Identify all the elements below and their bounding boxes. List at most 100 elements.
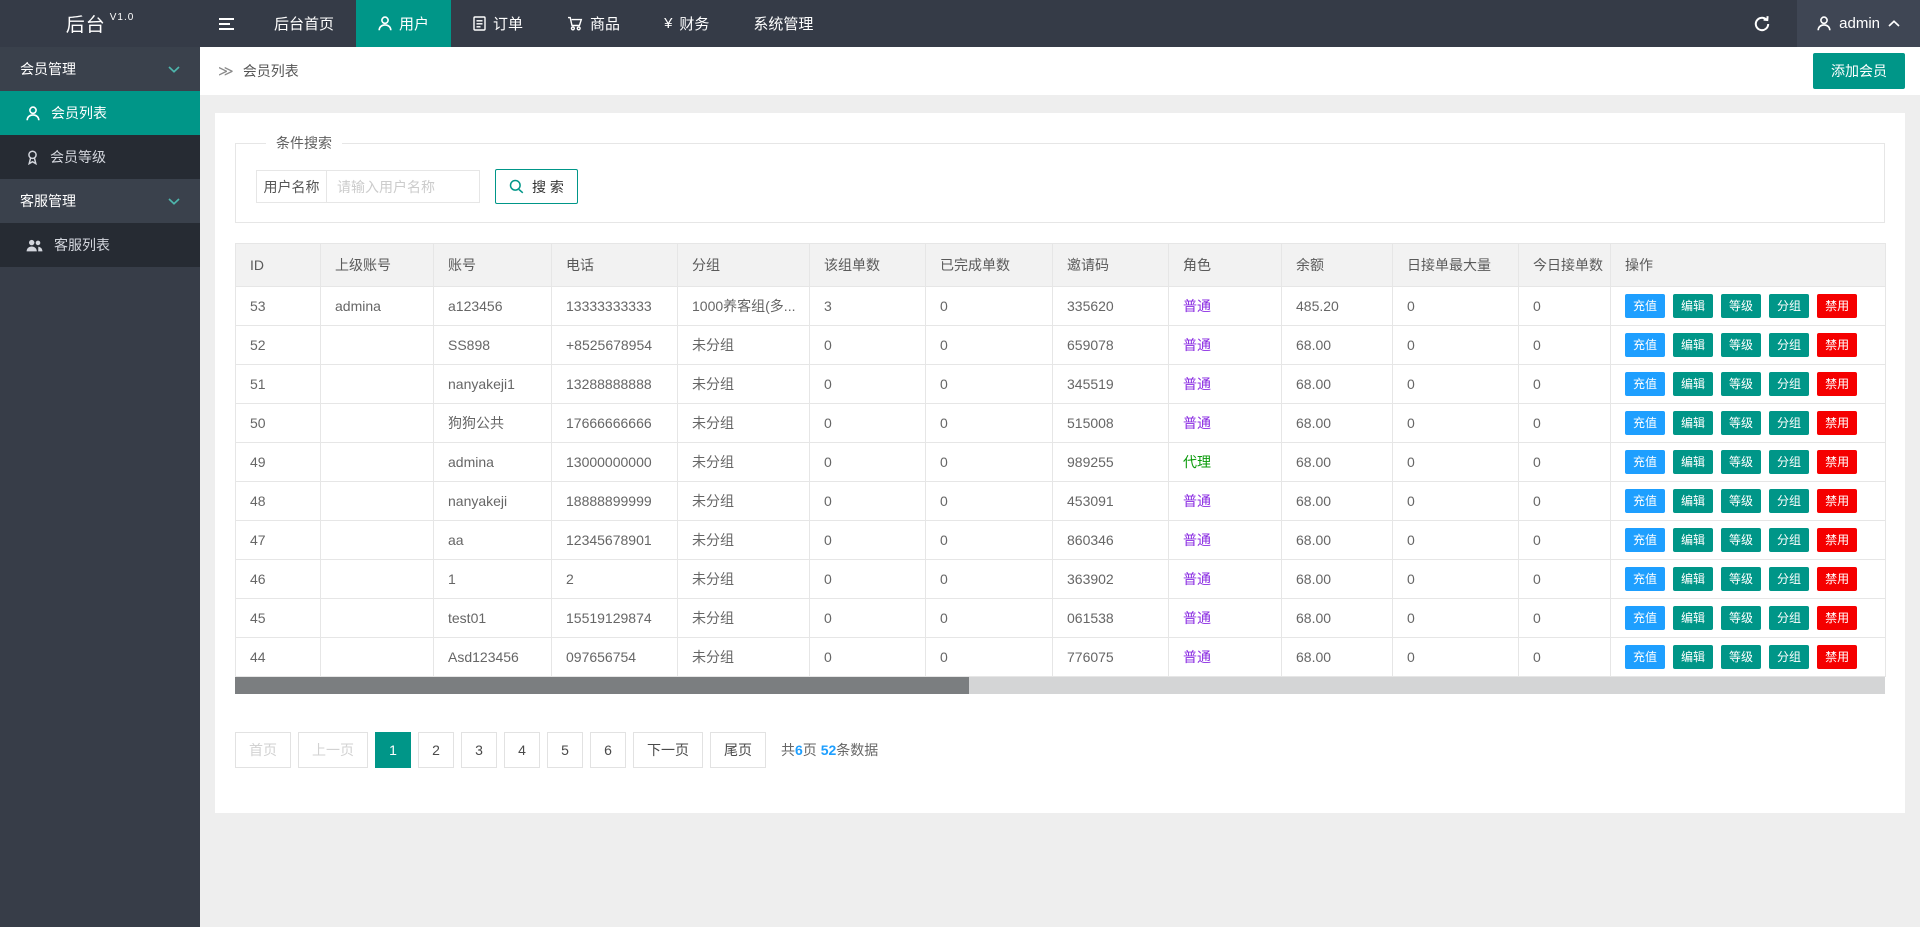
disable-button[interactable]: 禁用	[1817, 450, 1857, 474]
cell-role: 普通	[1169, 560, 1282, 599]
group-button[interactable]: 分组	[1769, 528, 1809, 552]
disable-button[interactable]: 禁用	[1817, 606, 1857, 630]
pagination-buttons: 首页上一页123456下一页尾页	[235, 732, 773, 768]
page-4[interactable]: 4	[504, 732, 540, 768]
cell-actions: 充值编辑等级分组禁用	[1611, 443, 1886, 482]
edit-button[interactable]: 编辑	[1673, 294, 1713, 318]
horizontal-scrollbar[interactable]	[235, 677, 1885, 694]
sidebar-item-1-1[interactable]: 会员列表	[0, 91, 200, 135]
disable-button[interactable]: 禁用	[1817, 411, 1857, 435]
recharge-button[interactable]: 充值	[1625, 489, 1665, 513]
disable-button[interactable]: 禁用	[1817, 567, 1857, 591]
menu-toggle-icon[interactable]	[200, 0, 252, 47]
cart-icon	[567, 16, 583, 31]
column-header-group: 分组	[678, 244, 810, 287]
group-button[interactable]: 分组	[1769, 489, 1809, 513]
recharge-button[interactable]: 充值	[1625, 645, 1665, 669]
level-button[interactable]: 等级	[1721, 489, 1761, 513]
disable-button[interactable]: 禁用	[1817, 333, 1857, 357]
navbar-item-1[interactable]: 后台首页	[252, 0, 356, 47]
recharge-button[interactable]: 充值	[1625, 294, 1665, 318]
sidebar-item-1-2[interactable]: 会员等级	[0, 135, 200, 179]
cell-id: 48	[236, 482, 321, 521]
level-button[interactable]: 等级	[1721, 333, 1761, 357]
disable-button[interactable]: 禁用	[1817, 294, 1857, 318]
content-card: 条件搜索 用户名称 搜 索 ID上级账号账号电话分组该组单数已完成单数邀请码角色…	[215, 113, 1905, 813]
recharge-button[interactable]: 充值	[1625, 528, 1665, 552]
horizontal-scrollbar-thumb[interactable]	[235, 677, 969, 694]
cell-actions: 充值编辑等级分组禁用	[1611, 365, 1886, 404]
page-6[interactable]: 6	[590, 732, 626, 768]
refresh-icon[interactable]	[1727, 0, 1797, 47]
page-5[interactable]: 5	[547, 732, 583, 768]
edit-button[interactable]: 编辑	[1673, 489, 1713, 513]
sidebar-group-1[interactable]: 会员管理	[0, 47, 200, 91]
cell-completed: 0	[926, 326, 1053, 365]
group-button[interactable]: 分组	[1769, 372, 1809, 396]
recharge-button[interactable]: 充值	[1625, 567, 1665, 591]
sidebar-item-2-1[interactable]: 客服列表	[0, 223, 200, 267]
level-button[interactable]: 等级	[1721, 294, 1761, 318]
group-button[interactable]: 分组	[1769, 333, 1809, 357]
level-button[interactable]: 等级	[1721, 450, 1761, 474]
edit-button[interactable]: 编辑	[1673, 567, 1713, 591]
cell-invite: 776075	[1053, 638, 1169, 677]
edit-button[interactable]: 编辑	[1673, 411, 1713, 435]
level-button[interactable]: 等级	[1721, 567, 1761, 591]
navbar-item-3[interactable]: 订单	[451, 0, 545, 47]
group-button[interactable]: 分组	[1769, 567, 1809, 591]
group-button[interactable]: 分组	[1769, 645, 1809, 669]
cell-completed: 0	[926, 404, 1053, 443]
navbar-menu: 后台首页 用户订单商品¥财务系统管理	[252, 0, 835, 47]
users-icon	[26, 239, 43, 252]
add-member-button[interactable]: 添加会员	[1813, 53, 1905, 89]
navbar-item-5[interactable]: ¥财务	[642, 0, 731, 47]
group-button[interactable]: 分组	[1769, 450, 1809, 474]
edit-button[interactable]: 编辑	[1673, 528, 1713, 552]
disable-button[interactable]: 禁用	[1817, 489, 1857, 513]
edit-button[interactable]: 编辑	[1673, 645, 1713, 669]
edit-button[interactable]: 编辑	[1673, 372, 1713, 396]
page-3[interactable]: 3	[461, 732, 497, 768]
group-button[interactable]: 分组	[1769, 294, 1809, 318]
page-last[interactable]: 尾页	[710, 732, 766, 768]
cell-completed: 0	[926, 443, 1053, 482]
user-menu[interactable]: admin	[1797, 0, 1920, 47]
search-row: 用户名称 搜 索	[256, 169, 1864, 204]
level-button[interactable]: 等级	[1721, 372, 1761, 396]
disable-button[interactable]: 禁用	[1817, 372, 1857, 396]
cell-account: test01	[434, 599, 552, 638]
recharge-button[interactable]: 充值	[1625, 333, 1665, 357]
edit-button[interactable]: 编辑	[1673, 450, 1713, 474]
recharge-button[interactable]: 充值	[1625, 606, 1665, 630]
group-button[interactable]: 分组	[1769, 606, 1809, 630]
edit-button[interactable]: 编辑	[1673, 606, 1713, 630]
recharge-button[interactable]: 充值	[1625, 411, 1665, 435]
column-header-completed: 已完成单数	[926, 244, 1053, 287]
edit-button[interactable]: 编辑	[1673, 333, 1713, 357]
level-button[interactable]: 等级	[1721, 411, 1761, 435]
disable-button[interactable]: 禁用	[1817, 645, 1857, 669]
navbar-item-6[interactable]: 系统管理	[731, 0, 835, 47]
level-button[interactable]: 等级	[1721, 606, 1761, 630]
recharge-button[interactable]: 充值	[1625, 450, 1665, 474]
page-2[interactable]: 2	[418, 732, 454, 768]
sidebar-group-2[interactable]: 客服管理	[0, 179, 200, 223]
navbar-item-2[interactable]: 用户	[356, 0, 451, 47]
cell-parent	[321, 443, 434, 482]
breadcrumb-icon: ≫	[218, 62, 234, 80]
group-button[interactable]: 分组	[1769, 411, 1809, 435]
username-input[interactable]	[327, 171, 479, 202]
table-row: 52SS898+8525678954未分组00659078普通68.0000充值…	[236, 326, 1886, 365]
level-button[interactable]: 等级	[1721, 645, 1761, 669]
page-next[interactable]: 下一页	[633, 732, 703, 768]
cell-id: 47	[236, 521, 321, 560]
disable-button[interactable]: 禁用	[1817, 528, 1857, 552]
page-first: 首页	[235, 732, 291, 768]
navbar-item-label: 后台首页	[274, 13, 334, 34]
recharge-button[interactable]: 充值	[1625, 372, 1665, 396]
page-1[interactable]: 1	[375, 732, 411, 768]
search-button[interactable]: 搜 索	[495, 169, 578, 204]
navbar-item-4[interactable]: 商品	[545, 0, 642, 47]
level-button[interactable]: 等级	[1721, 528, 1761, 552]
